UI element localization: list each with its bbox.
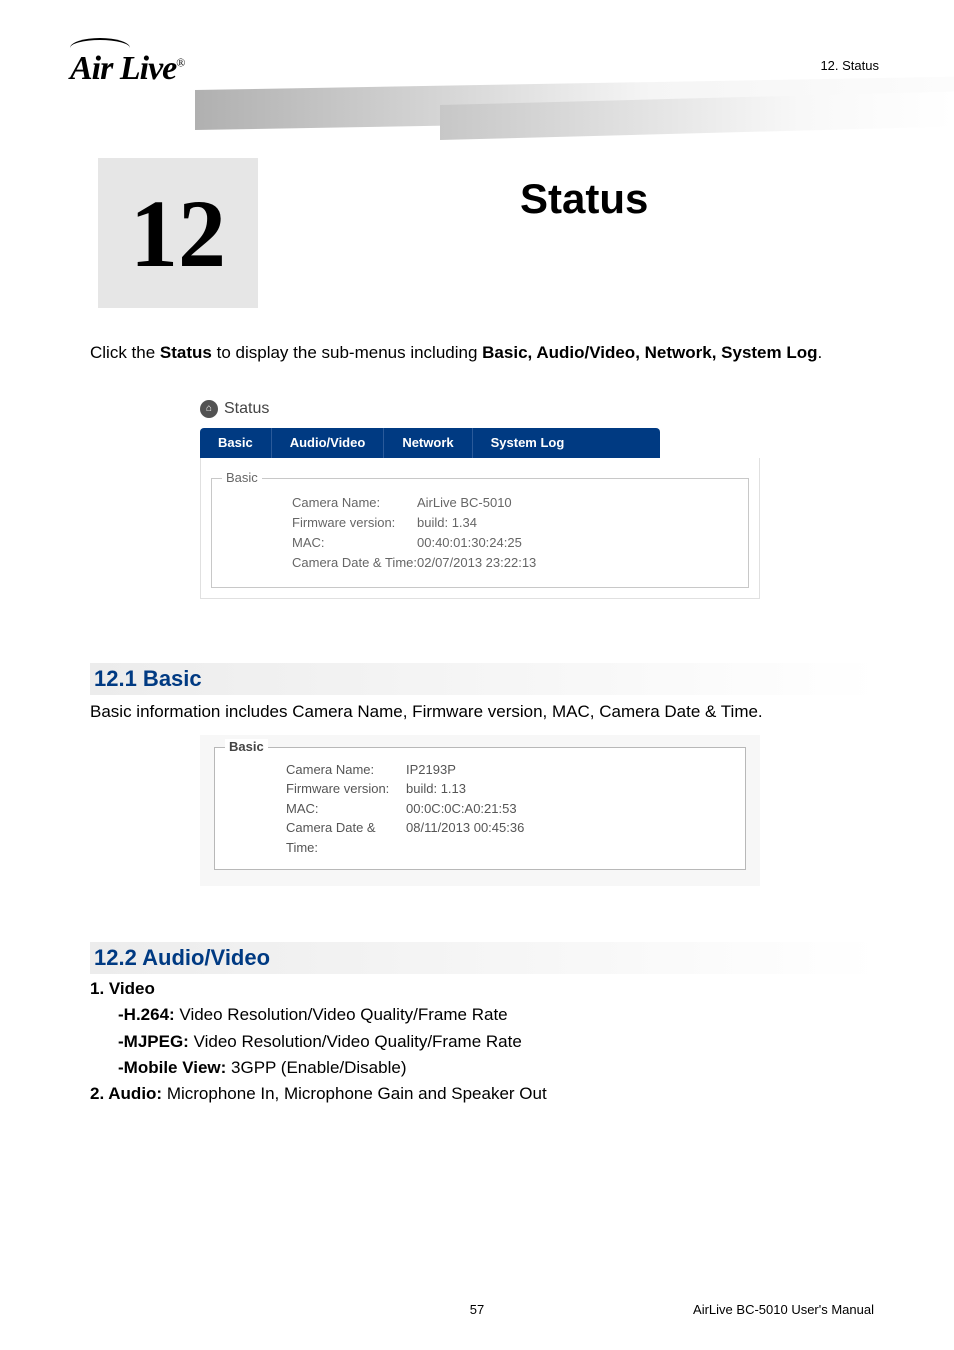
status-screenshot-1: ⌂ Status Basic Audio/Video Network Syste… bbox=[200, 400, 770, 600]
tab-basic[interactable]: Basic bbox=[200, 428, 272, 458]
doc-title: AirLive BC-5010 User's Manual bbox=[693, 1302, 874, 1317]
section-heading-basic: 12.1 Basic bbox=[90, 663, 879, 695]
mobile-b: -Mobile View: bbox=[118, 1058, 226, 1077]
tab-network[interactable]: Network bbox=[384, 428, 472, 458]
row2-mac: MAC: 00:0C:0C:A0:21:53 bbox=[231, 799, 729, 819]
section-basic-text: Basic information includes Camera Name, … bbox=[90, 699, 879, 725]
value-datetime: 02/07/2013 23:22:13 bbox=[417, 553, 728, 573]
label2-datetime: Camera Date & Time: bbox=[231, 818, 406, 857]
label-mac: MAC: bbox=[232, 533, 417, 553]
mobile-t: 3GPP (Enable/Disable) bbox=[226, 1058, 406, 1077]
status-panel: Basic Camera Name: AirLive BC-5010 Firmw… bbox=[200, 458, 760, 600]
h264-b: -H.264: bbox=[118, 1005, 175, 1024]
sub-mobile: -Mobile View: 3GPP (Enable/Disable) bbox=[90, 1055, 879, 1081]
mjpeg-b: -MJPEG: bbox=[118, 1032, 189, 1051]
label2-firmware: Firmware version: bbox=[231, 779, 406, 799]
label2-camera-name: Camera Name: bbox=[231, 760, 406, 780]
brand-logo: Air Live® bbox=[70, 50, 184, 88]
h264-t: Video Resolution/Video Quality/Frame Rat… bbox=[175, 1005, 508, 1024]
registered-icon: ® bbox=[176, 56, 184, 70]
page-number: 57 bbox=[470, 1302, 484, 1317]
tab-audio-video[interactable]: Audio/Video bbox=[272, 428, 385, 458]
label-firmware: Firmware version: bbox=[232, 513, 417, 533]
chapter-title: Status bbox=[520, 175, 648, 223]
intro-paragraph: Click the Status to display the sub-menu… bbox=[90, 340, 879, 366]
item-video-label: 1. Video bbox=[90, 979, 155, 998]
value-camera-name: AirLive BC-5010 bbox=[417, 493, 728, 513]
item-audio: 2. Audio: Microphone In, Microphone Gain… bbox=[90, 1081, 879, 1107]
sub-h264: -H.264: Video Resolution/Video Quality/F… bbox=[90, 1002, 879, 1028]
status-title-row: ⌂ Status bbox=[200, 400, 770, 418]
sub-mjpeg: -MJPEG: Video Resolution/Video Quality/F… bbox=[90, 1029, 879, 1055]
value2-camera-name: IP2193P bbox=[406, 760, 729, 780]
row-firmware: Firmware version: build: 1.34 bbox=[232, 513, 728, 533]
status-screenshot-2: Basic Camera Name: IP2193P Firmware vers… bbox=[200, 735, 760, 887]
value2-mac: 00:0C:0C:A0:21:53 bbox=[406, 799, 729, 819]
intro-b2: Basic, Audio/Video, Network, System Log bbox=[482, 343, 817, 362]
section-heading-audiovideo: 12.2 Audio/Video bbox=[90, 942, 879, 974]
intro-b1: Status bbox=[160, 343, 212, 362]
mjpeg-t: Video Resolution/Video Quality/Frame Rat… bbox=[189, 1032, 522, 1051]
row-mac: MAC: 00:40:01:30:24:25 bbox=[232, 533, 728, 553]
intro-post: . bbox=[818, 343, 823, 362]
basic-fieldset-2: Basic Camera Name: IP2193P Firmware vers… bbox=[214, 747, 746, 871]
audiovideo-list: 1. Video -H.264: Video Resolution/Video … bbox=[90, 976, 879, 1108]
intro-pre: Click the bbox=[90, 343, 160, 362]
page-header: Air Live® 12. Status bbox=[0, 0, 954, 130]
value2-firmware: build: 1.13 bbox=[406, 779, 729, 799]
label2-mac: MAC: bbox=[231, 799, 406, 819]
value-mac: 00:40:01:30:24:25 bbox=[417, 533, 728, 553]
value-firmware: build: 1.34 bbox=[417, 513, 728, 533]
home-icon: ⌂ bbox=[200, 400, 218, 418]
row-camera-name: Camera Name: AirLive BC-5010 bbox=[232, 493, 728, 513]
row-datetime: Camera Date & Time: 02/07/2013 23:22:13 bbox=[232, 553, 728, 573]
basic-legend-2: Basic bbox=[225, 739, 268, 754]
audio-b: 2. Audio: bbox=[90, 1084, 162, 1103]
label-datetime: Camera Date & Time: bbox=[232, 553, 417, 573]
item-video: 1. Video bbox=[90, 976, 879, 1002]
basic-legend: Basic bbox=[222, 470, 262, 485]
status-title: Status bbox=[224, 400, 269, 418]
status-tabs: Basic Audio/Video Network System Log bbox=[200, 428, 660, 458]
breadcrumb: 12. Status bbox=[820, 58, 879, 73]
row2-datetime: Camera Date & Time: 08/11/2013 00:45:36 bbox=[231, 818, 729, 857]
basic-fieldset: Basic Camera Name: AirLive BC-5010 Firmw… bbox=[211, 478, 749, 589]
label-camera-name: Camera Name: bbox=[232, 493, 417, 513]
row2-firmware: Firmware version: build: 1.13 bbox=[231, 779, 729, 799]
audio-t: Microphone In, Microphone Gain and Speak… bbox=[162, 1084, 547, 1103]
value2-datetime: 08/11/2013 00:45:36 bbox=[406, 818, 729, 857]
logo-text: Air Live bbox=[70, 50, 176, 87]
chapter-number: 12 bbox=[130, 178, 226, 289]
row2-camera-name: Camera Name: IP2193P bbox=[231, 760, 729, 780]
intro-mid: to display the sub-menus including bbox=[212, 343, 482, 362]
tab-system-log[interactable]: System Log bbox=[473, 428, 583, 458]
chapter-number-box: 12 bbox=[98, 158, 258, 308]
